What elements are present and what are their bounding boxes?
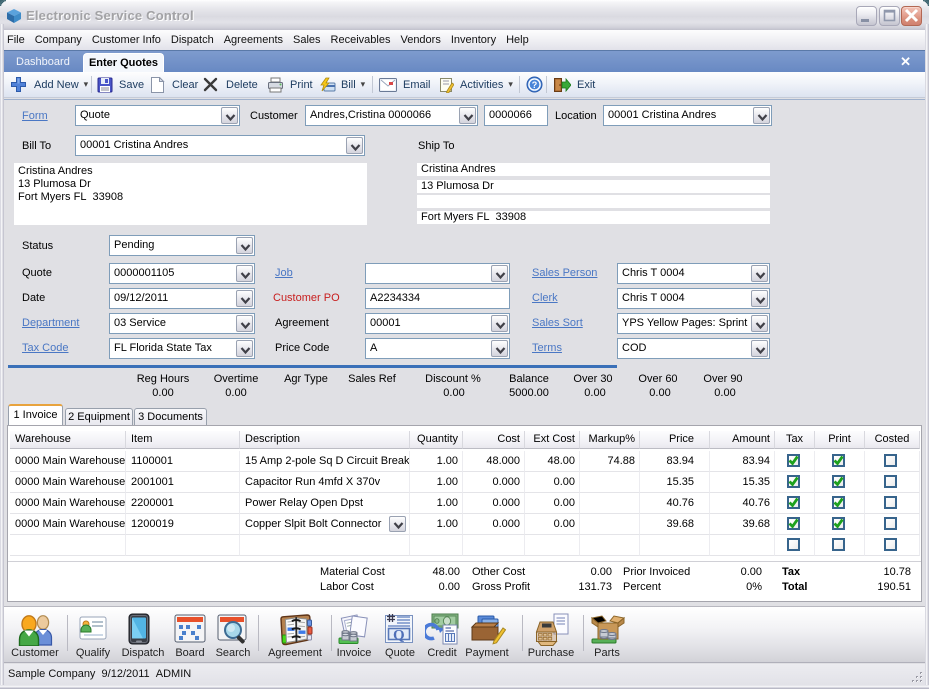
svg-text:Q: Q [393,628,405,644]
svg-text:?: ? [532,80,538,90]
